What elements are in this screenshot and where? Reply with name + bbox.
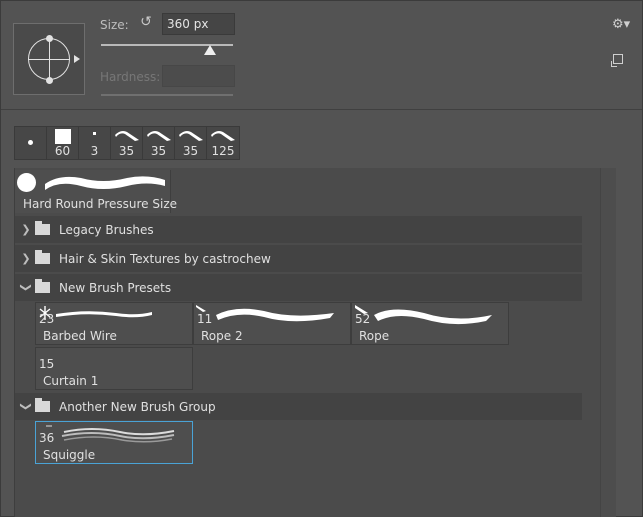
brush-name: Squiggle <box>43 448 96 462</box>
recent-brush-slot[interactable]: 35 <box>143 127 175 159</box>
chevron-right-icon[interactable]: ❯ <box>17 252 35 265</box>
tip-angle-arrow-icon[interactable] <box>74 55 80 63</box>
recent-brush-slot[interactable]: 60 <box>47 127 79 159</box>
barbed-wire-stroke-preview <box>39 306 152 320</box>
tip-roundness-handle-bottom[interactable] <box>46 77 53 84</box>
small-square-brush-icon <box>93 132 96 135</box>
folder-open-icon <box>35 398 50 412</box>
chevron-right-icon[interactable]: ❯ <box>17 223 35 236</box>
rope-stroke-preview <box>355 305 492 325</box>
round-brush-tip-icon <box>17 173 36 192</box>
brush-name: Barbed Wire <box>43 329 117 343</box>
tip-crosshair-vertical <box>49 38 50 80</box>
tip-roundness-handle-top[interactable] <box>46 35 53 42</box>
brush-tip-preview[interactable] <box>13 23 85 95</box>
brush-name: Curtain 1 <box>43 374 99 388</box>
current-brush-preset[interactable]: Hard Round Pressure Size <box>15 170 177 213</box>
hardness-input <box>162 65 235 87</box>
brush-group-another-new-brush-group[interactable]: ❯ Another New Brush Group <box>15 393 582 420</box>
brush-preset-tile[interactable]: 23 Barbed Wire <box>35 302 193 345</box>
brush-name: Rope 2 <box>201 329 243 343</box>
recent-brush-size: 35 <box>182 144 199 158</box>
recent-brush-slot[interactable]: 125 <box>207 127 239 159</box>
brush-preset-tile[interactable]: 52 Rope <box>351 302 509 345</box>
group-label: Hair & Skin Textures by castrochew <box>59 251 271 266</box>
squiggle-stroke-preview <box>46 425 175 443</box>
size-slider-thumb[interactable] <box>204 45 216 55</box>
brush-preset-tile[interactable]: 11 Rope 2 <box>193 302 351 345</box>
group-label: Legacy Brushes <box>59 222 154 237</box>
folder-icon <box>35 250 50 264</box>
recent-brush-slot[interactable]: 35 <box>111 127 143 159</box>
size-input[interactable] <box>162 13 235 35</box>
brush-size: 36 <box>39 431 55 445</box>
brush-name: Rope <box>359 329 390 343</box>
brushes-panel: Size: ↺ Hardness: ⚙▾ 60 3 35 35 35 <box>0 0 643 517</box>
square-brush-icon <box>55 129 71 144</box>
stroke-brush-icon <box>115 131 139 141</box>
brush-size: 23 <box>39 312 55 326</box>
stroke-brush-icon <box>179 131 203 141</box>
brush-group-hair-skin-textures[interactable]: ❯ Hair & Skin Textures by castrochew <box>15 245 582 272</box>
brush-preset-tile[interactable]: 15 Curtain 1 <box>35 347 193 390</box>
chevron-down-icon[interactable]: ❯ <box>20 279 33 297</box>
stroke-brush-icon <box>147 131 171 141</box>
recent-brush-slot[interactable]: 35 <box>175 127 207 159</box>
round-dot-brush-icon <box>28 140 33 145</box>
hardness-slider-track <box>101 94 233 96</box>
recent-brush-size: 35 <box>150 144 167 158</box>
rope-stroke-preview <box>196 305 334 322</box>
recent-brush-slot[interactable]: 3 <box>79 127 111 159</box>
brush-group-legacy-brushes[interactable]: ❯ Legacy Brushes <box>15 216 582 243</box>
folder-icon <box>35 221 50 235</box>
group-label: Another New Brush Group <box>59 399 216 414</box>
stroke-brush-icon <box>211 131 235 141</box>
recent-brush-size: 35 <box>118 144 135 158</box>
brush-size: 52 <box>355 312 371 326</box>
recent-brush-size: 60 <box>54 144 71 158</box>
brush-size: 15 <box>39 357 55 371</box>
brush-stroke-preview <box>45 176 165 190</box>
folder-open-icon <box>35 279 50 293</box>
recent-brush-slot[interactable] <box>15 127 47 159</box>
chevron-down-icon[interactable]: ❯ <box>20 398 33 416</box>
current-brush-name: Hard Round Pressure Size <box>23 197 178 211</box>
gear-icon[interactable]: ⚙▾ <box>612 17 630 32</box>
brush-preset-tile-selected[interactable]: 36 Squiggle <box>35 421 193 464</box>
divider <box>1 109 642 110</box>
scrollbar[interactable] <box>600 168 616 517</box>
size-label: Size: <box>100 18 129 32</box>
brush-group-new-brush-presets[interactable]: ❯ New Brush Presets <box>15 274 582 301</box>
brush-size: 11 <box>197 312 213 326</box>
recent-brush-size: 3 <box>90 144 99 158</box>
group-label: New Brush Presets <box>59 280 172 295</box>
reset-icon[interactable]: ↺ <box>138 14 154 30</box>
recent-brushes-strip: 60 3 35 35 35 125 <box>14 126 240 160</box>
new-preset-icon[interactable] <box>611 54 623 67</box>
recent-brush-size: 125 <box>211 144 235 158</box>
hardness-label: Hardness: <box>100 70 161 84</box>
